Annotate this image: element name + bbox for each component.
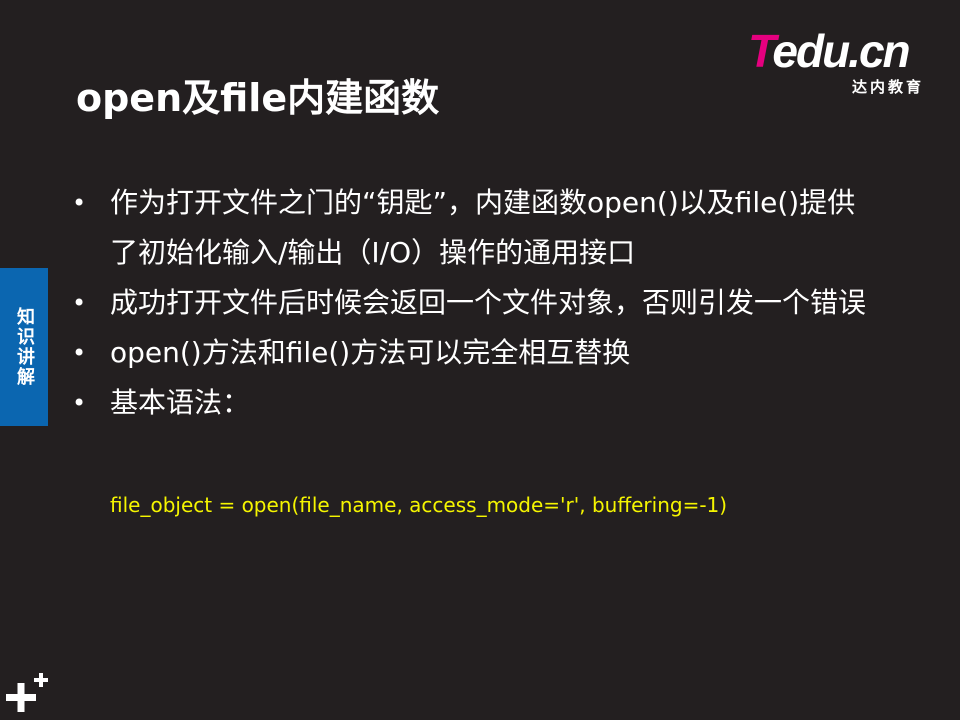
bullet-item: open()方法和file()方法可以完全相互替换 (72, 328, 872, 378)
tedu-logo: Tedu.cn 达内教育 (748, 28, 930, 98)
slide: Tedu.cn 达内教育 open及file内建函数 知识讲解 作为打开文件之门… (0, 0, 960, 720)
logo-wordmark: Tedu.cn (748, 25, 911, 77)
syntax-code: file_object = open(file_name, access_mod… (110, 493, 728, 517)
bullet-item: 基本语法： (72, 378, 872, 428)
slide-title: open及file内建函数 (76, 76, 440, 120)
section-tab: 知识讲解 (0, 268, 48, 426)
plus-icon (6, 673, 48, 712)
logo-wordmark-rest: edu.cn (772, 25, 910, 77)
logo-letter-t: T (748, 25, 774, 77)
bullet-item: 成功打开文件后时候会返回一个文件对象，否则引发一个错误 (72, 278, 872, 328)
logo-subtitle: 达内教育 (851, 78, 924, 96)
bullet-list: 作为打开文件之门的“钥匙”，内建函数open()以及file()提供了初始化输入… (72, 178, 872, 428)
bullet-item: 作为打开文件之门的“钥匙”，内建函数open()以及file()提供了初始化输入… (72, 178, 872, 278)
